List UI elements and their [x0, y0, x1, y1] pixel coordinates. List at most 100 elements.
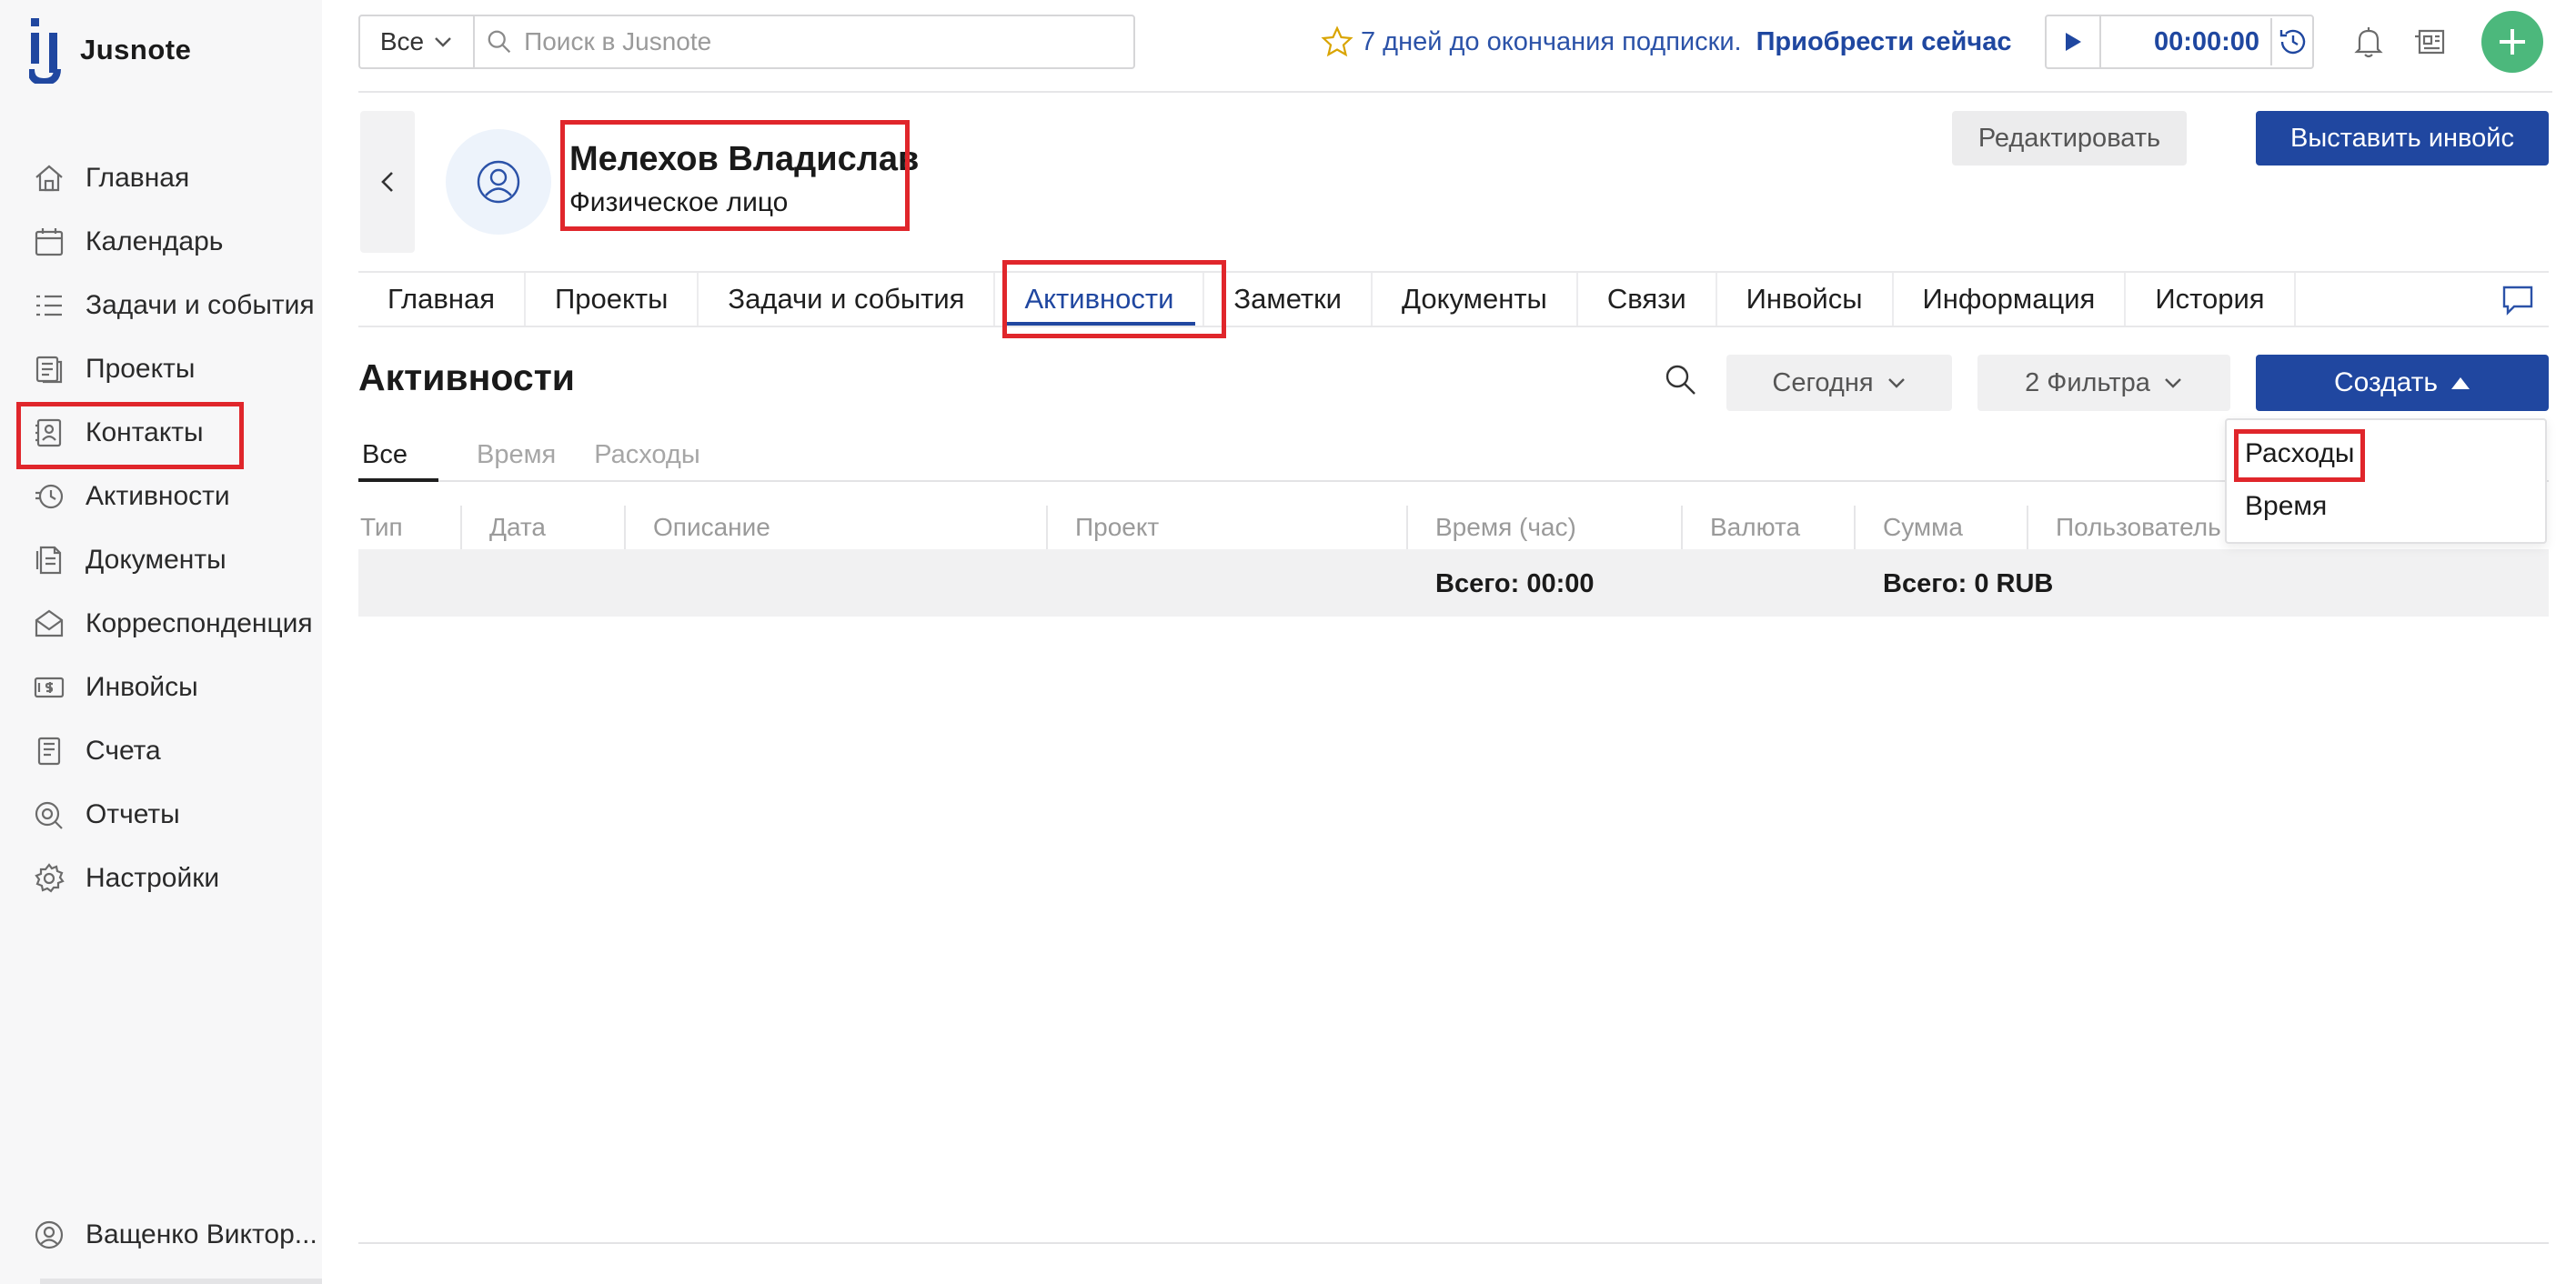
history-icon: [2279, 29, 2306, 55]
jusnote-logo-icon: [29, 18, 61, 84]
back-button[interactable]: [360, 111, 415, 253]
tab-documents[interactable]: Документы: [1373, 273, 1578, 326]
section-title: Активности: [358, 356, 575, 398]
sidebar-item-label: Счета: [86, 736, 161, 766]
activities-search-button[interactable]: [1663, 362, 1703, 402]
sidebar-item-label: Активности: [86, 481, 230, 511]
reports-icon: [35, 801, 63, 829]
user-name: Ващенко Виктор...: [86, 1219, 317, 1249]
sidebar-item-label: Календарь: [86, 226, 224, 256]
sidebar-item-documents[interactable]: Документы: [33, 535, 226, 586]
sidebar-item-reports[interactable]: Отчеты: [33, 789, 180, 840]
sidebar-item-accounts[interactable]: Счета: [33, 726, 161, 777]
home-icon: [35, 165, 63, 192]
newspaper-icon: [2415, 29, 2445, 55]
period-select[interactable]: Сегодня: [1726, 355, 1952, 411]
create-button[interactable]: Создать: [2256, 355, 2549, 411]
quick-add-button[interactable]: [2481, 11, 2543, 73]
subscription-notice: 7 дней до окончания подписки. Приобрести…: [1321, 20, 2011, 64]
issue-invoice-button[interactable]: Выставить инвойс: [2256, 111, 2549, 166]
activity-subtabs: Все Время Расходы: [358, 429, 2549, 482]
menu-item-expenses[interactable]: Расходы: [2245, 438, 2354, 469]
plus-icon: [2500, 29, 2525, 55]
sidebar-divider: [40, 1279, 322, 1284]
contact-type: Физическое лицо: [569, 187, 789, 217]
chevron-down-icon: [2165, 378, 2181, 388]
sidebar-item-calendar[interactable]: Календарь: [33, 216, 223, 267]
column-header[interactable]: Валюта: [1683, 506, 1856, 549]
tab-relations[interactable]: Связи: [1578, 273, 1717, 326]
search-scope-select[interactable]: Все: [360, 16, 475, 67]
sidebar-user-profile[interactable]: Ващенко Виктор...: [33, 1209, 317, 1260]
tab-main[interactable]: Главная: [358, 273, 526, 326]
tab-information[interactable]: Информация: [1894, 273, 2127, 326]
search-icon: [488, 30, 511, 54]
search-field: [475, 16, 1133, 67]
tab-projects[interactable]: Проекты: [526, 273, 699, 326]
sidebar-item-settings[interactable]: Настройки: [33, 853, 219, 904]
sidebar-item-correspondence[interactable]: Корреспонденция: [33, 598, 313, 649]
subtab-time[interactable]: Время: [477, 429, 556, 480]
sidebar-item-tasks[interactable]: Задачи и события: [33, 280, 315, 331]
sidebar-item-label: Корреспонденция: [86, 608, 313, 638]
period-select-value: Сегодня: [1772, 367, 1874, 397]
subtab-expenses[interactable]: Расходы: [594, 429, 699, 480]
search-scope-value: Все: [379, 27, 425, 55]
contact-avatar: [446, 129, 551, 235]
sidebar-item-label: Отчеты: [86, 799, 180, 829]
edit-button[interactable]: Редактировать: [1952, 111, 2187, 166]
chat-icon: [2502, 286, 2533, 316]
chevron-down-icon: [435, 37, 451, 47]
search-input[interactable]: [524, 27, 1133, 56]
tab-invoices[interactable]: Инвойсы: [1717, 273, 1894, 326]
tab-tasks[interactable]: Задачи и события: [699, 273, 996, 326]
tab-notes[interactable]: Заметки: [1204, 273, 1373, 326]
sidebar-item-label: Настройки: [86, 863, 220, 893]
play-icon: [2066, 33, 2081, 51]
timer-history-button[interactable]: [2270, 18, 2314, 65]
column-header[interactable]: Время (час): [1408, 506, 1683, 549]
menu-item-time[interactable]: Время: [2245, 491, 2327, 522]
app-name: Jusnote: [80, 34, 192, 65]
column-header[interactable]: Дата: [462, 506, 626, 549]
sidebar-item-label: Контакты: [86, 417, 204, 447]
column-header[interactable]: Тип: [358, 506, 462, 549]
sidebar-item-projects[interactable]: Проекты: [33, 344, 195, 395]
create-menu: Расходы Время: [2225, 418, 2547, 544]
notifications-button[interactable]: [2347, 20, 2390, 64]
chevron-down-icon: [1887, 378, 1905, 388]
user-icon: [35, 1220, 64, 1249]
buy-now-link[interactable]: Приобрести сейчас: [1756, 27, 2012, 57]
filters-button[interactable]: 2 Фильтра: [1977, 355, 2230, 411]
content-divider: [358, 1242, 2549, 1244]
chevron-left-icon: [381, 172, 393, 192]
gear-icon: [35, 863, 65, 893]
news-button[interactable]: [2409, 20, 2452, 64]
sidebar: Jusnote Главная Календарь Задачи и событ…: [0, 0, 322, 1284]
tasks-icon: [36, 295, 62, 316]
timer-play-button[interactable]: [2047, 16, 2101, 67]
column-header[interactable]: Описание: [626, 506, 1048, 549]
tab-activities[interactable]: Активности: [995, 273, 1205, 326]
app-logo[interactable]: Jusnote: [29, 16, 191, 84]
comments-button[interactable]: [2500, 282, 2536, 318]
table-header: Тип Дата Описание Проект Время (час) Вал…: [358, 506, 2549, 549]
create-label: Создать: [2333, 367, 2438, 397]
activity-icon: [35, 484, 64, 509]
column-header[interactable]: Сумма: [1856, 506, 2028, 549]
sidebar-item-invoices[interactable]: Инвойсы: [33, 662, 198, 713]
tab-history[interactable]: История: [2126, 273, 2296, 326]
column-header[interactable]: Проект: [1048, 506, 1408, 549]
sidebar-item-contacts[interactable]: Контакты: [33, 407, 204, 458]
sidebar-item-label: Задачи и события: [86, 290, 315, 320]
subtab-all[interactable]: Все: [358, 429, 438, 482]
sidebar-item-label: Проекты: [86, 354, 196, 384]
contact-tabs: Главная Проекты Задачи и события Активно…: [358, 271, 2549, 327]
sidebar-item-label: Главная: [86, 163, 190, 193]
caret-up-icon: [2451, 377, 2470, 389]
invoice-icon: [34, 677, 65, 698]
sidebar-item-home[interactable]: Главная: [33, 153, 189, 204]
sidebar-item-activities[interactable]: Активности: [33, 471, 230, 522]
mail-icon: [35, 609, 64, 637]
sidebar-item-label: Документы: [86, 545, 226, 575]
